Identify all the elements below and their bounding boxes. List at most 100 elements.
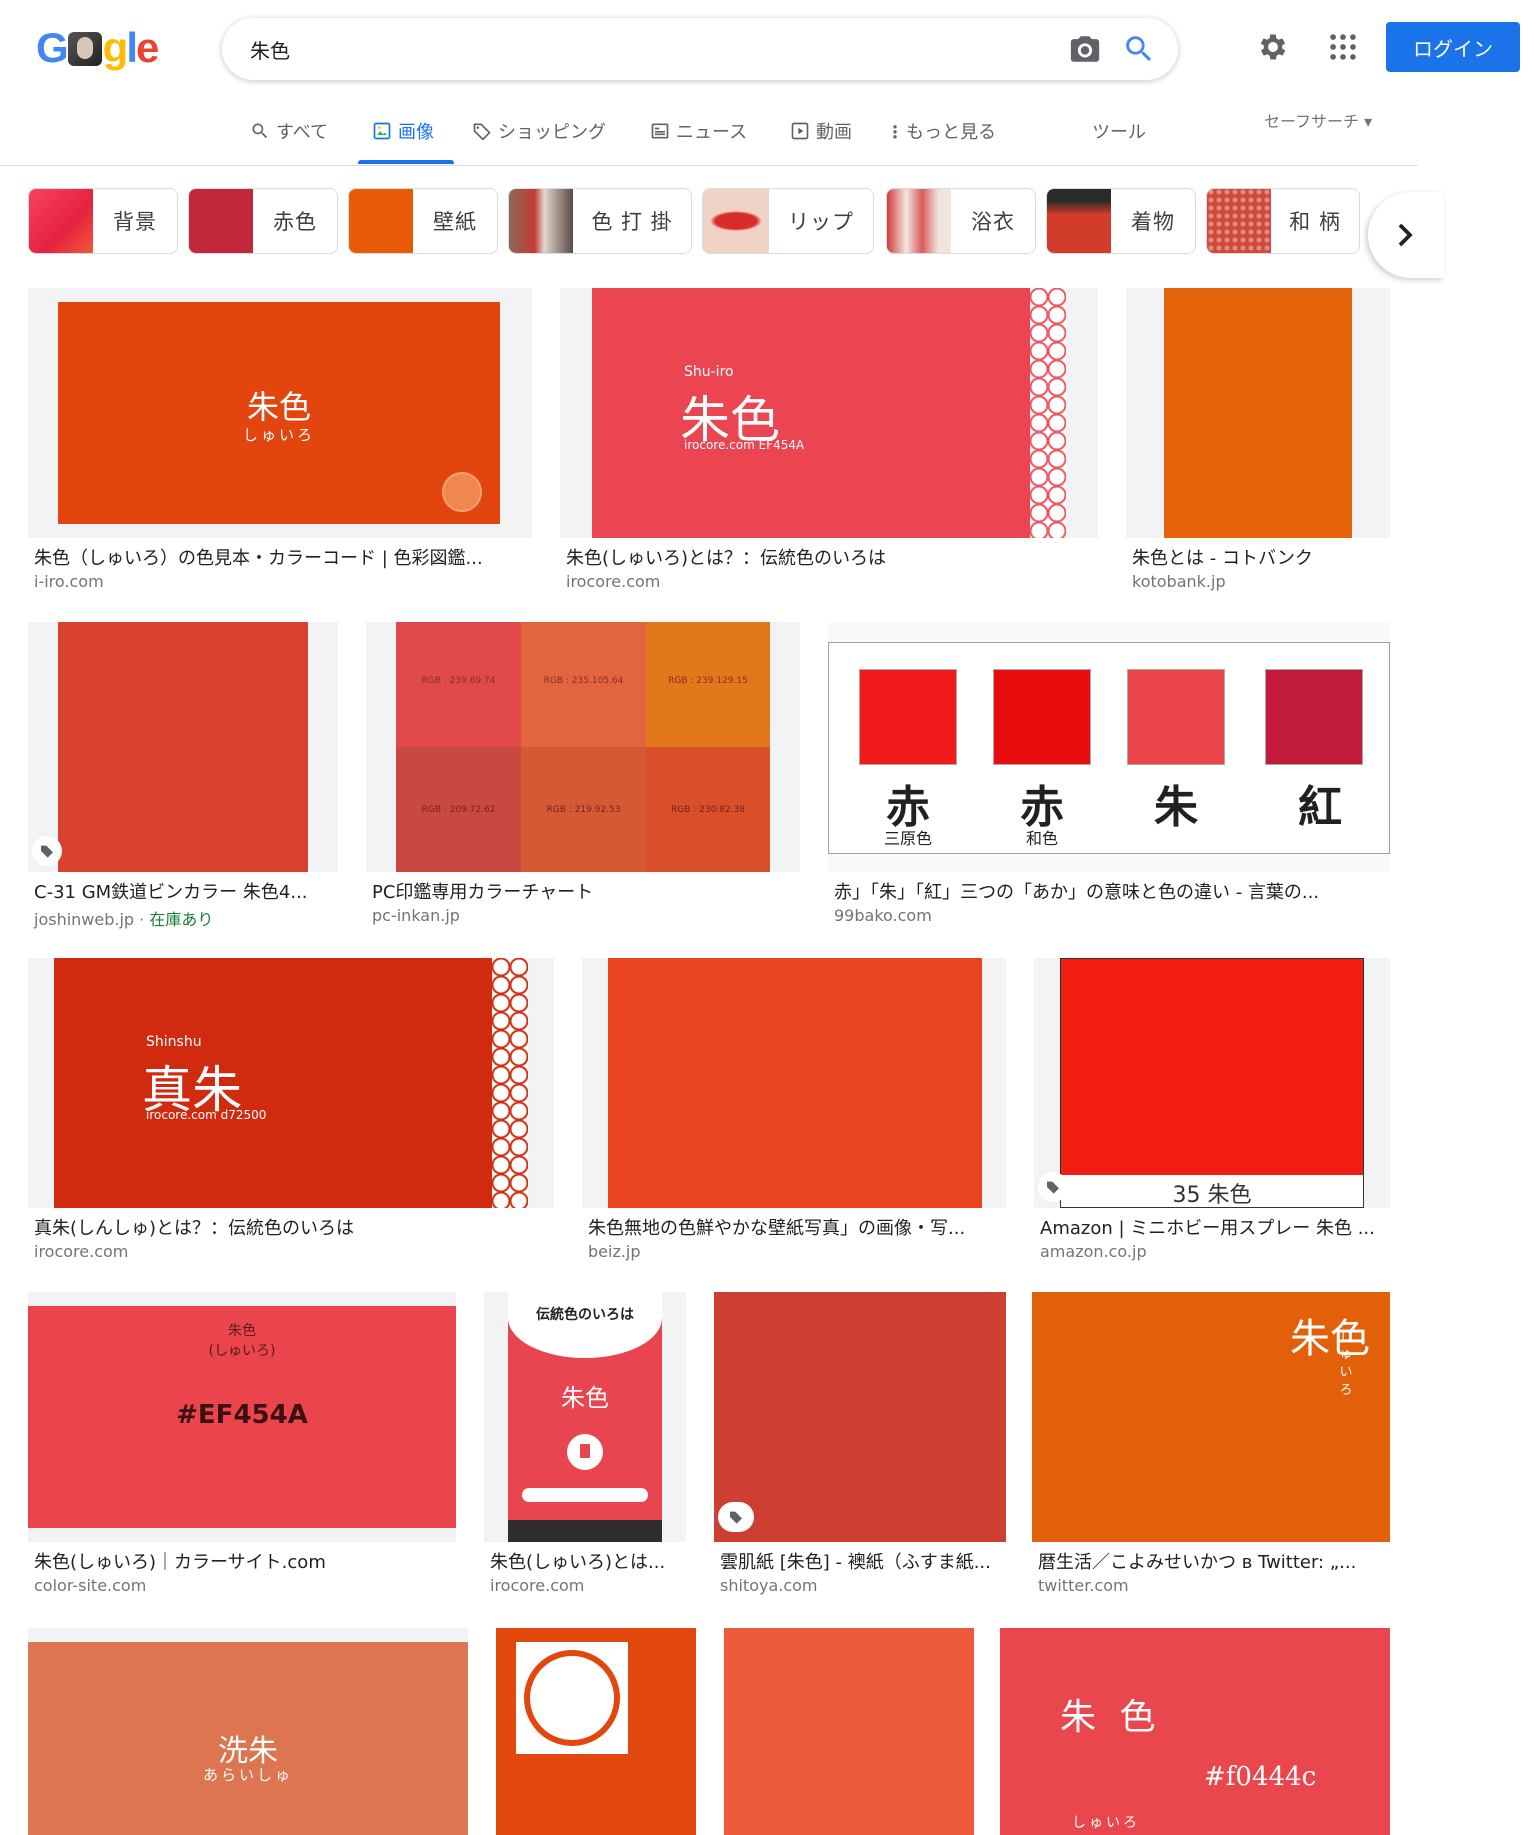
result-thumbnail: 朱色 しゅいろ	[28, 288, 532, 538]
result-title: C-31 GM鉄道ビンカラー 朱色4...	[34, 882, 308, 903]
swatch-compare-image: 赤 三原色 赤 和色 朱 紅	[828, 642, 1390, 854]
chip-background[interactable]: 背景	[28, 188, 178, 254]
tab-all[interactable]: すべて	[250, 118, 328, 144]
result-thumbnail: 洗朱 あらいしゅ	[28, 1628, 468, 1835]
image-label: 35 朱色	[1172, 1183, 1252, 1208]
chip-label: 着物	[1131, 210, 1175, 234]
login-button[interactable]: ログイン	[1386, 22, 1520, 72]
result-thumbnail	[28, 622, 338, 872]
result-thumbnail: 35 朱色	[1034, 958, 1390, 1208]
result-title: 暦生活／こよみせいかつ в Twitter: „...	[1038, 1552, 1357, 1573]
tab-all-label: すべて	[276, 122, 329, 143]
chip-thumbnail	[509, 189, 573, 253]
product-tag-icon	[1038, 1172, 1068, 1202]
swatch	[1127, 669, 1225, 765]
result-image: Shinshu 真朱 irocore.com d72500	[54, 958, 528, 1208]
gear-icon[interactable]	[1256, 30, 1290, 64]
related-chips: 背景 赤色 壁紙 色 打 掛 リップ 浴衣 着物 和 柄	[28, 188, 1428, 256]
google-logo[interactable]: Ggle	[36, 24, 159, 72]
detail-pill	[522, 1488, 648, 1502]
result-image: 朱色 (しゅいろ) #EF454A	[28, 1306, 456, 1528]
tab-videos[interactable]: 動画	[790, 118, 852, 144]
result-domain: pc-inkan.jp	[372, 906, 460, 925]
search-input[interactable]	[250, 32, 1010, 66]
camera-icon[interactable]	[1068, 32, 1102, 66]
swatch-kanji: 朱	[1154, 782, 1198, 833]
chip-lip[interactable]: リップ	[702, 188, 874, 254]
pattern-border	[492, 958, 528, 1208]
result-card[interactable]: Shu-iro 朱色 irocore.com EF454A 朱色(しゅいろ)とは…	[560, 288, 1098, 598]
tab-news[interactable]: ニュース	[650, 118, 747, 144]
seal-icon	[442, 472, 482, 512]
chip-uchikake[interactable]: 色 打 掛	[508, 188, 692, 254]
result-thumbnail	[1126, 288, 1390, 538]
result-card[interactable]	[724, 1628, 974, 1835]
result-domain: twitter.com	[1038, 1576, 1129, 1595]
chart-cell-label: RGB : 209.72.62	[421, 805, 496, 815]
result-card[interactable]: 朱色無地の色鮮やかな壁紙写真」の画像・写... beiz.jp	[582, 958, 1006, 1268]
doodle-photo-icon	[67, 32, 102, 66]
chip-red[interactable]: 赤色	[188, 188, 338, 254]
banner-text: 伝統色のいろは	[536, 1307, 634, 1323]
chip-thumbnail	[887, 189, 951, 253]
tab-tools[interactable]: ツール	[1092, 118, 1146, 144]
result-title: 赤」「朱」「紅」三つの「あか」の意味と色の違い - 言葉の...	[834, 882, 1320, 903]
chips-next-button[interactable]	[1368, 192, 1444, 278]
result-image	[714, 1292, 1006, 1542]
result-domain: irocore.com	[566, 572, 661, 591]
result-thumbnail: 赤 三原色 赤 和色 朱 紅	[828, 622, 1390, 872]
play-icon	[791, 122, 809, 140]
result-domain: shitoya.com	[720, 1576, 818, 1595]
chart-cell: RGB : 209.72.62	[396, 747, 521, 872]
chip-pattern[interactable]: 和 柄	[1206, 188, 1360, 254]
tab-more[interactable]: もっと見る	[890, 118, 996, 144]
tab-shopping-label: ショッピング	[498, 122, 606, 143]
result-card[interactable]: 洗朱 あらいしゅ	[28, 1628, 468, 1835]
result-image: 伝統色のいろは 朱色	[508, 1292, 662, 1542]
result-card[interactable]: RGB : 239.69.74 RGB : 235.105.64 RGB : 2…	[366, 622, 800, 932]
result-thumbnail	[714, 1292, 1006, 1542]
result-thumbnail: Shu-iro 朱色 irocore.com EF454A	[560, 288, 1098, 538]
result-title: 朱色（しゅいろ）の色見本・カラーコード | 色彩図鑑...	[34, 548, 483, 569]
result-card[interactable]: 雲肌紙 [朱色] - 襖紙（ふすま紙... shitoya.com	[714, 1292, 1006, 1602]
result-image: 朱色 しゅいろ	[1032, 1292, 1390, 1542]
result-image	[724, 1628, 974, 1835]
image-icon	[373, 122, 391, 140]
search-icon[interactable]	[1122, 32, 1156, 66]
result-card[interactable]: 朱 色 #f0444c しゅいろ	[1000, 1628, 1390, 1835]
result-domain: irocore.com	[34, 1242, 129, 1261]
chip-thumbnail	[29, 189, 93, 253]
result-card[interactable]: 朱色 (しゅいろ) #EF454A 朱色(しゅいろ)｜カラーサイト.com co…	[28, 1292, 456, 1602]
image-title-text: 朱 色	[1060, 1697, 1162, 1738]
tab-tools-label: ツール	[1092, 122, 1146, 143]
chip-wallpaper[interactable]: 壁紙	[348, 188, 498, 254]
result-thumbnail: Shinshu 真朱 irocore.com d72500	[28, 958, 554, 1208]
result-card[interactable]: 朱色 しゅいろ 暦生活／こよみせいかつ в Twitter: „... twit…	[1032, 1292, 1390, 1602]
result-card[interactable]: 朱色とは - コトバンク kotobank.jp	[1126, 288, 1390, 598]
result-card[interactable]: 伝統色のいろは 朱色 朱色(しゅいろ)とは... irocore.com	[484, 1292, 686, 1602]
crest-icon	[516, 1642, 628, 1754]
result-image	[608, 958, 982, 1208]
image-code-text: #f0444c	[1204, 1762, 1317, 1792]
more-vertical-icon	[893, 125, 897, 139]
result-card[interactable]	[496, 1628, 696, 1835]
chip-label: リップ	[788, 210, 854, 234]
apps-grid-icon[interactable]	[1326, 30, 1360, 64]
chip-kimono[interactable]: 着物	[1046, 188, 1196, 254]
chart-cell-label: RGB : 235.105.64	[543, 676, 624, 686]
result-title: Amazon | ミニホビー用スプレー 朱色 ...	[1040, 1218, 1375, 1239]
result-card[interactable]: 35 朱色 Amazon | ミニホビー用スプレー 朱色 ... amazon.…	[1034, 958, 1390, 1268]
result-card[interactable]: 朱色 しゅいろ 朱色（しゅいろ）の色見本・カラーコード | 色彩図鑑... i-…	[28, 288, 532, 598]
chip-yukata[interactable]: 浴衣	[886, 188, 1036, 254]
result-card[interactable]: 赤 三原色 赤 和色 朱 紅 赤」「朱」「紅」三つの「あか」の意味と色の違い -…	[828, 622, 1390, 932]
tab-shopping[interactable]: ショッピング	[472, 118, 606, 144]
result-card[interactable]: Shinshu 真朱 irocore.com d72500 真朱(しんしゅ)とは…	[28, 958, 554, 1268]
paint-swatch	[1061, 959, 1363, 1175]
result-thumbnail: 伝統色のいろは 朱色	[484, 1292, 686, 1542]
result-image: 35 朱色	[1060, 958, 1364, 1208]
image-code-text: irocore.com EF454A	[684, 438, 805, 452]
result-card[interactable]: C-31 GM鉄道ビンカラー 朱色4... joshinweb.jp · 在庫あ…	[28, 622, 338, 932]
tab-images[interactable]: 画像	[372, 118, 434, 144]
chart-cell-label: RGB : 239.69.74	[421, 676, 496, 686]
safesearch-toggle[interactable]: セーフサーチ ▾	[1264, 108, 1372, 132]
